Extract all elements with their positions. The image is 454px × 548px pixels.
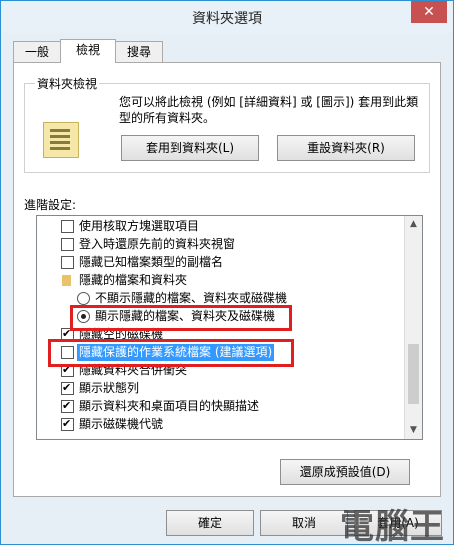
tab-general[interactable]: 一般 [13, 41, 61, 62]
list-item-label: 隱藏的檔案和資料夾 [79, 273, 188, 287]
list-item-label: 顯示磁碟機代號 [79, 417, 164, 431]
list-item-label: 登入時還原先前的資料夾視窗 [79, 237, 236, 251]
close-button[interactable]: ✕ [411, 1, 447, 23]
cancel-button[interactable]: 取消 [260, 510, 348, 536]
checkbox[interactable] [61, 220, 74, 233]
view-panel: 資料夾檢視 您可以將此檢視 (例如 [詳細資料] 或 [圖示]) 套用到此類型的… [13, 62, 441, 497]
checkbox[interactable] [61, 256, 74, 269]
folder-icon [62, 275, 71, 286]
apply-to-folders-button[interactable]: 套用到資料夾(L) [121, 135, 259, 161]
advanced-settings-label: 進階設定: [24, 198, 77, 212]
checkbox[interactable] [61, 397, 74, 414]
annotation-highlight [70, 305, 292, 331]
tab-view[interactable]: 檢視 [60, 39, 116, 63]
annotation-highlight [48, 339, 294, 367]
tab-search[interactable]: 搜尋 [115, 41, 163, 62]
list-item-label: 隱藏已知檔案類型的副檔名 [79, 255, 224, 269]
restore-defaults-button[interactable]: 還原成預設值(D) [280, 459, 410, 485]
folder-view-group: 資料夾檢視 您可以將此檢視 (例如 [詳細資料] 或 [圖示]) 套用到此類型的… [24, 75, 430, 173]
watermark-logo: 電腦王 [340, 507, 445, 547]
radio[interactable] [77, 292, 90, 305]
list-item-label: 使用核取方塊選取項目 [79, 219, 200, 233]
window-title: 資料夾選項 [192, 11, 262, 27]
scroll-down-icon[interactable]: ▼ [405, 422, 422, 439]
list-item-label: 顯示資料夾和桌面項目的快顯描述 [79, 399, 260, 413]
folder-view-description: 您可以將此檢視 (例如 [詳細資料] 或 [圖示]) 套用到此類型的所有資料夾。 [119, 95, 419, 125]
list-item-label: 顯示狀態列 [79, 381, 140, 395]
checkbox[interactable] [61, 379, 74, 396]
reset-folders-button[interactable]: 重設資料夾(R) [277, 135, 415, 161]
scrollbar[interactable]: ▲ ▼ [404, 216, 422, 439]
checkbox[interactable] [61, 238, 74, 251]
folder-view-icon [43, 122, 79, 158]
folder-view-label: 資料夾檢視 [35, 75, 100, 92]
folder-options-dialog: 資料夾選項 ✕ 一般 檢視 搜尋 資料夾檢視 您可以將此檢視 (例如 [詳細資料… [0, 0, 454, 547]
scroll-up-icon[interactable]: ▲ [405, 216, 422, 233]
ok-button[interactable]: 確定 [166, 510, 254, 536]
checkbox[interactable] [61, 415, 74, 432]
scroll-thumb[interactable] [408, 344, 419, 404]
title-bar: 資料夾選項 ✕ [1, 1, 453, 33]
